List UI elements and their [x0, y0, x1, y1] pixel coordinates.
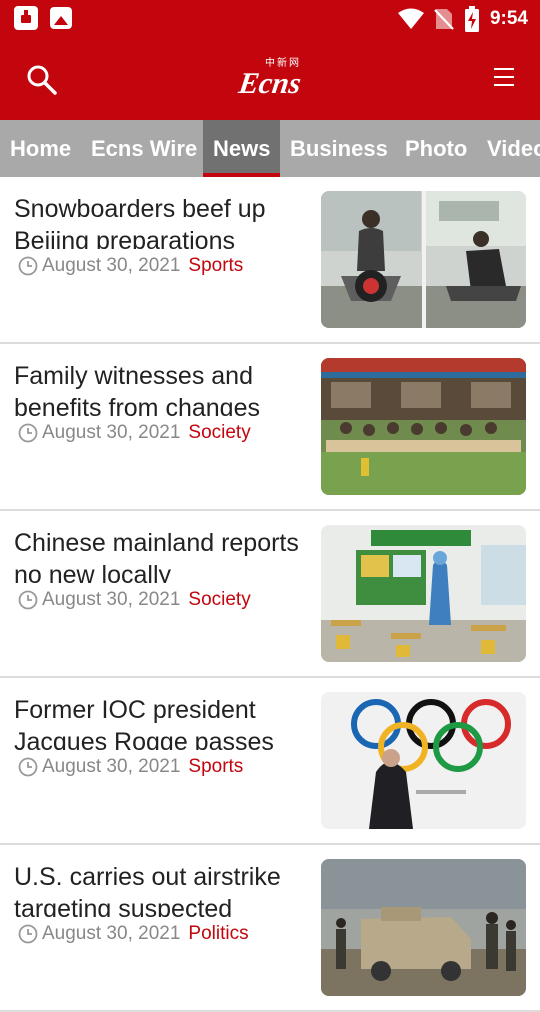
- image-icon: [50, 7, 72, 29]
- clock-icon: [18, 590, 38, 610]
- article-title: Chinese mainland reports no new locally: [14, 529, 299, 583]
- article-meta: August 30, 2021 Society: [18, 422, 251, 444]
- article-meta: August 30, 2021 Society: [18, 589, 251, 611]
- category-tab-bar: Home Ecns Wire News Business Photo Video: [0, 120, 540, 177]
- article-title: Family witnesses and benefits from chang…: [14, 362, 260, 416]
- battery-charging-icon: [464, 6, 479, 32]
- notification-icon: [14, 6, 38, 30]
- article-meta: August 30, 2021 Sports: [18, 255, 243, 277]
- logo-text: Ecns: [236, 67, 304, 100]
- family-outdoor-photo: [321, 358, 526, 495]
- classroom-disinfection-photo: [321, 525, 526, 662]
- article-item[interactable]: Family witnesses and benefits from chang…: [0, 344, 540, 511]
- tab-home[interactable]: Home: [0, 120, 81, 177]
- article-category: Society: [188, 589, 251, 610]
- article-date: August 30, 2021: [42, 756, 181, 777]
- article-category: Sports: [188, 255, 244, 276]
- article-date: August 30, 2021: [42, 255, 181, 276]
- wifi-icon: [397, 8, 424, 29]
- article-title: Former IOC president Jacques Rogge passe…: [14, 696, 274, 750]
- military-vehicle-photo: [321, 859, 526, 996]
- tab-business[interactable]: Business: [280, 120, 398, 177]
- olympic-rings-photo: [321, 692, 526, 829]
- status-time: 9:54: [489, 8, 528, 29]
- tab-video[interactable]: Video: [477, 120, 540, 177]
- article-date: August 30, 2021: [42, 589, 181, 610]
- app-bar: 中新网 Ecns: [0, 38, 540, 120]
- menu-icon[interactable]: [492, 66, 516, 88]
- article-title: U.S. carries out airstrike targeting sus…: [14, 863, 281, 917]
- article-title: Snowboarders beef up Beijing preparation…: [14, 195, 266, 249]
- article-meta: August 30, 2021 Sports: [18, 756, 243, 778]
- article-category: Politics: [188, 923, 249, 944]
- clock-icon: [18, 256, 38, 276]
- article-meta: August 30, 2021 Politics: [18, 923, 249, 945]
- article-item[interactable]: U.S. carries out airstrike targeting sus…: [0, 845, 540, 1012]
- tab-photo[interactable]: Photo: [395, 120, 477, 177]
- status-bar: 9:54: [0, 0, 540, 38]
- article-category: Society: [188, 422, 251, 443]
- tab-news[interactable]: News: [203, 120, 280, 177]
- article-item[interactable]: Former IOC president Jacques Rogge passe…: [0, 678, 540, 845]
- no-sim-icon: [434, 9, 454, 30]
- app-logo[interactable]: 中新网 Ecns: [0, 54, 540, 100]
- article-item[interactable]: Chinese mainland reports no new locally …: [0, 511, 540, 678]
- clock-icon: [18, 423, 38, 443]
- gym-training-photo: [321, 191, 526, 328]
- tab-ecns-wire[interactable]: Ecns Wire: [81, 120, 207, 177]
- article-date: August 30, 2021: [42, 422, 181, 443]
- article-category: Sports: [188, 756, 244, 777]
- clock-icon: [18, 924, 38, 944]
- article-item[interactable]: Snowboarders beef up Beijing preparation…: [0, 177, 540, 344]
- clock-icon: [18, 757, 38, 777]
- article-date: August 30, 2021: [42, 923, 181, 944]
